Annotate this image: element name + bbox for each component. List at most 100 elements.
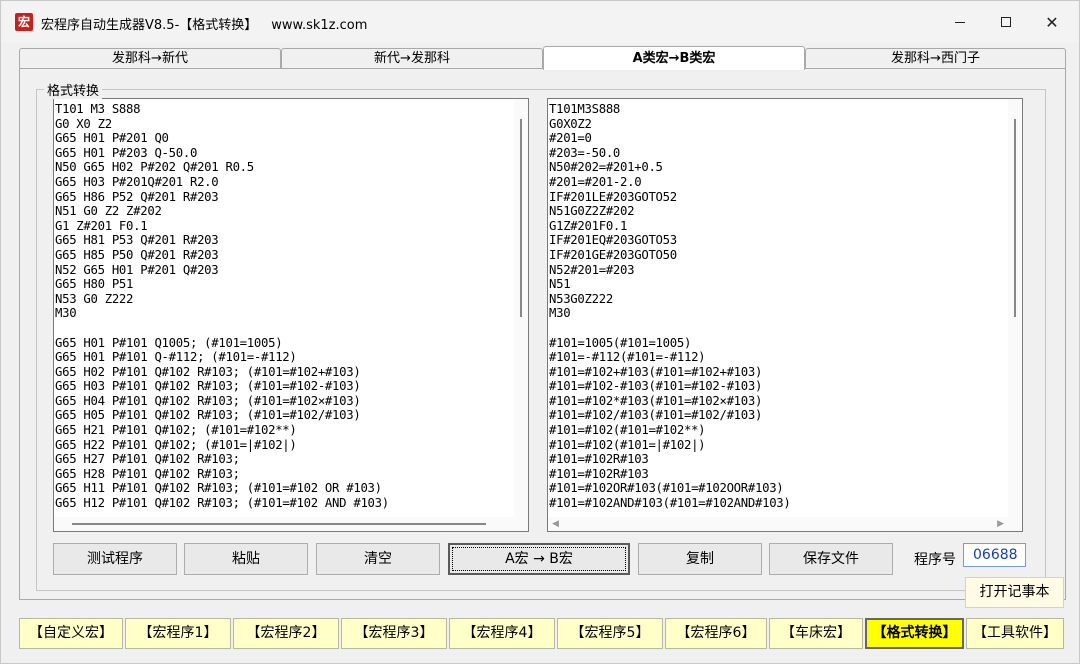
code-line: G65 H80 P51 xyxy=(55,277,134,292)
convert-a-to-b-button[interactable]: A宏 → B宏 xyxy=(448,543,630,575)
window-title: 宏程序自动生成器V8.5-【格式转换】 www.sk1z.com xyxy=(41,14,367,33)
group-legend: 格式转换 xyxy=(44,80,103,99)
code-line: N51G0Z2Z#202 xyxy=(549,204,635,219)
close-button[interactable]: ✕ xyxy=(1029,1,1075,43)
code-line: #201=#201-2.0 xyxy=(549,174,642,189)
source-code-textarea[interactable]: T101 M3 S888 G0 X0 Z2 G65 H01 P#201 Q0 G65 … xyxy=(53,98,529,532)
code-line: #201=0 xyxy=(549,131,592,146)
code-line: #101=#102R#103 xyxy=(549,466,649,481)
code-line: M30 xyxy=(55,306,77,321)
save-file-button[interactable]: 保存文件 xyxy=(769,543,893,575)
code-line: #101=#102+#103(#101=#102+#103) xyxy=(549,364,763,379)
code-line: G0X0Z2 xyxy=(549,116,592,131)
result-code-lines: T101M3S888 G0X0Z2 #201=0 #203=-50.0 N50#202=… xyxy=(548,102,1008,511)
maximize-icon xyxy=(1001,17,1011,27)
bottom-tab-macro-6[interactable]: 【宏程序6】 xyxy=(665,618,767,649)
result-vertical-scroll-thumb[interactable] xyxy=(1014,119,1016,317)
code-line: #101=#102R#103 xyxy=(549,452,649,467)
code-line: N50#202=#201+0.5 xyxy=(549,160,663,175)
code-line: N53 G0 Z222 xyxy=(55,291,134,306)
code-line: G65 H02 P#101 Q#102 R#103; (#101=#102+#1… xyxy=(55,364,361,379)
code-line: G65 H03 P#101 Q#102 R#103; (#101=#102-#1… xyxy=(55,379,361,394)
code-line: G65 H21 P#101 Q#102; (#101=#102**) xyxy=(55,423,297,438)
code-line: M30 xyxy=(549,306,571,321)
code-line: G65 H22 P#101 Q#102; (#101=|#102|) xyxy=(55,437,297,452)
code-line: N51 G0 Z2 Z#202 xyxy=(55,204,162,219)
bottom-tab-lathe-macro[interactable]: 【车床宏】 xyxy=(769,618,863,649)
scroll-right-icon[interactable]: ▶ xyxy=(997,519,1004,529)
code-line: G65 H81 P53 Q#201 R#203 xyxy=(55,233,219,248)
bottom-tab-macro-5[interactable]: 【宏程序5】 xyxy=(557,618,663,649)
minimize-icon xyxy=(955,21,965,23)
open-notepad-button[interactable]: 打开记事本 xyxy=(965,577,1064,608)
bottom-tab-format-convert[interactable]: 【格式转换】 xyxy=(865,618,964,649)
copy-button[interactable]: 复制 xyxy=(638,543,762,575)
code-line: IF#201LE#203GOTO52 xyxy=(549,189,677,204)
source-horizontal-scrollbar[interactable] xyxy=(54,517,514,531)
bottom-tab-macro-2[interactable]: 【宏程序2】 xyxy=(233,618,339,649)
code-line: N50 G65 H02 P#202 Q#201 R0.5 xyxy=(55,160,254,175)
code-line: #101=#102(#101=#102**) xyxy=(549,423,706,438)
code-line: G65 H11 P#101 Q#102 R#103; (#101=#102 OR… xyxy=(55,481,382,496)
source-vertical-scroll-thumb[interactable] xyxy=(520,119,522,317)
code-line: #101=1005(#101=1005) xyxy=(549,335,692,350)
source-vertical-scrollbar[interactable] xyxy=(514,99,528,531)
code-line: #101=#102*#103(#101=#102×#103) xyxy=(549,393,763,408)
code-line: N51 xyxy=(549,277,571,292)
code-line: #203=-50.0 xyxy=(549,145,621,160)
code-line: IF#201GE#203GOTO50 xyxy=(549,247,677,262)
code-line: G1Z#201F0.1 xyxy=(549,218,628,233)
scroll-left-icon[interactable]: ◀ xyxy=(552,519,559,529)
tab-syntec-to-fanuc[interactable]: 新代→发那科 xyxy=(281,48,543,69)
tab-fanuc-to-siemens[interactable]: 发那科→西门子 xyxy=(805,48,1066,69)
window-title-text: 宏程序自动生成器V8.5-【格式转换】 xyxy=(41,18,258,33)
bottom-tab-macro-1[interactable]: 【宏程序1】 xyxy=(125,618,231,649)
code-line: G65 H27 P#101 Q#102 R#103; xyxy=(55,452,240,467)
code-line: #101=#102-#103(#101=#102-#103) xyxy=(549,379,763,394)
close-icon: ✕ xyxy=(1045,12,1059,32)
code-line: G0 X0 Z2 xyxy=(55,116,112,131)
code-line: IF#201EQ#203GOTO53 xyxy=(549,233,677,248)
source-horizontal-scroll-thumb[interactable] xyxy=(72,523,486,525)
result-vertical-scrollbar[interactable] xyxy=(1008,99,1022,531)
program-number-label: 程序号 xyxy=(914,552,956,568)
code-line: G65 H12 P#101 Q#102 R#103; (#101=#102 AN… xyxy=(55,496,389,511)
minimize-button[interactable] xyxy=(937,1,983,43)
tab-a-macro-to-b-macro[interactable]: A类宏→B类宏 xyxy=(543,46,805,70)
code-line: N52#201=#203 xyxy=(549,262,635,277)
code-line: G65 H05 P#101 Q#102 R#103; (#101=#102/#1… xyxy=(55,408,361,423)
code-line: #101=#102(#101=|#102|) xyxy=(549,437,706,452)
code-line: #101=#102AND#103(#101=#102AND#103) xyxy=(549,496,791,511)
code-line: G65 H01 P#101 Q1005; (#101=1005) xyxy=(55,335,283,350)
code-line: N53G0Z222 xyxy=(549,291,613,306)
program-number-input[interactable]: 06688 xyxy=(963,543,1026,567)
clear-button[interactable]: 清空 xyxy=(316,543,440,575)
result-horizontal-scrollbar[interactable]: ◀ ▶ xyxy=(548,517,1008,531)
window-title-url: www.sk1z.com xyxy=(271,18,368,33)
code-line: G65 H01 P#101 Q-#112; (#101=-#112) xyxy=(55,350,297,365)
code-line: G1 Z#201 F0.1 xyxy=(55,218,148,233)
code-line: T101M3S888 xyxy=(549,102,621,116)
bottom-tab-macro-4[interactable]: 【宏程序4】 xyxy=(449,618,555,649)
code-line: G65 H01 P#201 Q0 xyxy=(55,131,169,146)
result-code-textarea[interactable]: T101M3S888 G0X0Z2 #201=0 #203=-50.0 N50#202=… xyxy=(547,98,1023,532)
code-line: G65 H85 P50 Q#201 R#203 xyxy=(55,247,219,262)
code-line: G65 H28 P#101 Q#102 R#103; xyxy=(55,466,240,481)
bottom-tab-macro-3[interactable]: 【宏程序3】 xyxy=(341,618,447,649)
test-program-button[interactable]: 测试程序 xyxy=(53,543,177,575)
bottom-tab-tool-software[interactable]: 【工具软件】 xyxy=(966,618,1064,649)
code-line: G65 H01 P#203 Q-50.0 xyxy=(55,145,198,160)
maximize-button[interactable] xyxy=(983,1,1029,43)
code-line: #101=#102OR#103(#101=#102OOR#103) xyxy=(549,481,784,496)
bottom-tab-custom-macro[interactable]: 【自定义宏】 xyxy=(19,618,123,649)
title-bar[interactable]: 宏 宏程序自动生成器V8.5-【格式转换】 www.sk1z.com ✕ xyxy=(1,1,1079,43)
tab-strip: 发那科→新代 新代→发那科 A类宏→B类宏 发那科→西门子 xyxy=(19,46,1066,70)
code-line: N52 G65 H01 P#201 Q#203 xyxy=(55,262,219,277)
code-line: G65 H04 P#101 Q#102 R#103; (#101=#102×#1… xyxy=(55,393,361,408)
app-window: 宏 宏程序自动生成器V8.5-【格式转换】 www.sk1z.com ✕ 发那科→… xyxy=(0,0,1080,664)
code-line: T101 M3 S888 xyxy=(55,102,141,116)
tab-fanuc-to-syntec[interactable]: 发那科→新代 xyxy=(19,48,281,69)
paste-button[interactable]: 粘贴 xyxy=(184,543,308,575)
